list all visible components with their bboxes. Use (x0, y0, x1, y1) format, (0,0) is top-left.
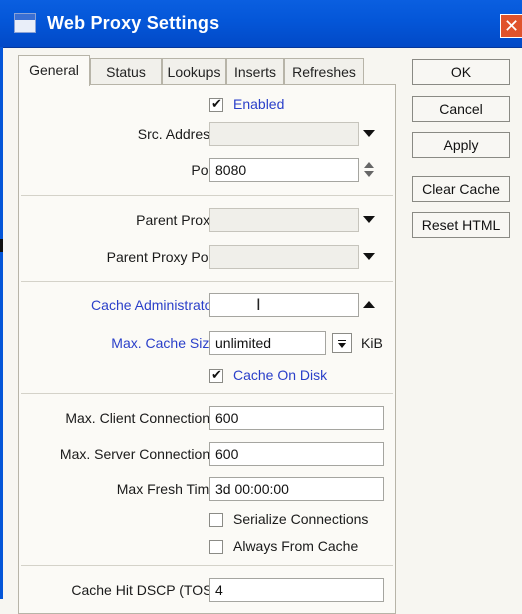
max-server-connections-row: Max. Server Connections: 600 (19, 442, 397, 466)
enabled-label: Enabled (233, 96, 285, 112)
serialize-connections-checkbox[interactable] (209, 513, 223, 527)
tab-status[interactable]: Status (90, 58, 162, 84)
max-cache-size-field[interactable]: unlimited (209, 331, 326, 355)
max-cache-size-unit: KiB (361, 335, 383, 351)
cache-administrator-collapse-icon[interactable] (363, 301, 375, 308)
max-server-connections-label: Max. Server Connections: (59, 446, 221, 462)
port-row: Port: 8080 (19, 158, 397, 182)
ok-button[interactable]: OK (412, 59, 510, 85)
enabled-checkbox[interactable] (209, 96, 223, 112)
parent-proxy-field[interactable] (209, 208, 359, 232)
parent-proxy-row: Parent Proxy: (19, 208, 397, 232)
separator (21, 565, 393, 566)
cancel-button[interactable]: Cancel (412, 96, 510, 122)
src-address-dropdown-icon[interactable] (363, 130, 375, 137)
port-spinner-icon[interactable] (364, 162, 376, 180)
cache-administrator-label: Cache Administrator: (91, 297, 221, 313)
cache-on-disk-label: Cache On Disk (233, 367, 328, 383)
max-fresh-time-row: Max Fresh Time: 3d 00:00:00 (19, 477, 397, 501)
reset-html-button[interactable]: Reset HTML (412, 212, 510, 238)
close-icon[interactable]: ✕ (500, 14, 522, 38)
parent-proxy-port-row: Parent Proxy Port: (19, 245, 397, 269)
cache-hit-dscp-row: Cache Hit DSCP (TOS): 4 (19, 578, 397, 602)
tab-inserts[interactable]: Inserts (226, 58, 284, 84)
serialize-connections-label: Serialize Connections (233, 511, 369, 527)
max-client-connections-label: Max. Client Connections: (65, 410, 221, 426)
max-fresh-time-field[interactable]: 3d 00:00:00 (209, 477, 384, 501)
parent-proxy-port-field[interactable] (209, 245, 359, 269)
cache-administrator-field[interactable] (209, 293, 359, 317)
parent-proxy-dropdown-icon[interactable] (363, 216, 375, 223)
window-icon (14, 13, 36, 33)
title-bar[interactable]: Web Proxy Settings ✕ (0, 0, 522, 48)
separator (21, 281, 393, 282)
parent-proxy-port-dropdown-icon[interactable] (363, 253, 375, 260)
tab-refreshes[interactable]: Refreshes (284, 58, 364, 84)
apply-button[interactable]: Apply (412, 132, 510, 158)
src-address-field[interactable] (209, 122, 359, 146)
max-client-connections-field[interactable]: 600 (209, 406, 384, 430)
max-cache-size-dropdown-icon[interactable] (332, 333, 352, 353)
clear-cache-button[interactable]: Clear Cache (412, 176, 510, 202)
port-field[interactable]: 8080 (209, 158, 359, 182)
window-border (0, 47, 3, 599)
max-client-connections-row: Max. Client Connections: 600 (19, 406, 397, 430)
max-cache-size-row: Max. Cache Size: unlimited KiB (19, 331, 397, 355)
max-cache-size-label: Max. Cache Size: (111, 335, 221, 351)
max-server-connections-field[interactable]: 600 (209, 442, 384, 466)
text-cursor-icon: I (256, 295, 261, 314)
separator (21, 393, 393, 394)
src-address-row: Src. Address: (19, 122, 397, 146)
cache-hit-dscp-field[interactable]: 4 (209, 578, 384, 602)
parent-proxy-port-label: Parent Proxy Port: (106, 249, 221, 265)
max-fresh-time-label: Max Fresh Time: (116, 481, 221, 497)
separator (21, 195, 393, 196)
always-from-cache-checkbox[interactable] (209, 540, 223, 554)
window-title: Web Proxy Settings (47, 13, 220, 33)
cache-administrator-row: Cache Administrator: I (19, 293, 397, 317)
cache-on-disk-checkbox[interactable] (209, 367, 223, 383)
tab-general[interactable]: General (18, 55, 90, 86)
text-cursor-mark (0, 239, 3, 252)
always-from-cache-label: Always From Cache (233, 538, 359, 554)
cache-hit-dscp-label: Cache Hit DSCP (TOS): (71, 582, 221, 598)
tab-lookups[interactable]: Lookups (162, 58, 226, 84)
general-panel: Enabled Src. Address: Port: 8080 Parent … (18, 84, 396, 614)
